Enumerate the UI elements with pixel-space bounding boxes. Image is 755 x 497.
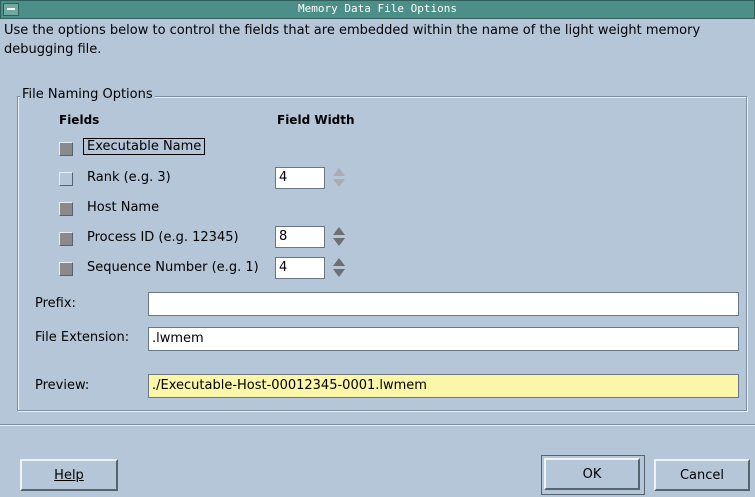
rank-width-stepper[interactable] (332, 167, 345, 189)
cancel-button[interactable]: Cancel (654, 459, 750, 491)
separator (0, 424, 755, 426)
arrow-up-icon[interactable] (333, 258, 345, 266)
host-name-checkbox[interactable] (59, 202, 73, 216)
rank-width-input[interactable]: 4 (275, 167, 325, 189)
group-legend: File Naming Options (20, 87, 155, 102)
rank-checkbox[interactable] (59, 172, 73, 186)
arrow-down-icon[interactable] (333, 269, 345, 277)
field-width-column-header: Field Width (277, 113, 355, 127)
prefix-input[interactable] (148, 292, 739, 316)
sequence-number-width-stepper[interactable] (332, 257, 345, 279)
process-id-label[interactable]: Process ID (e.g. 12345) (87, 230, 239, 245)
process-id-width-stepper[interactable] (332, 226, 345, 248)
file-extension-input[interactable]: .lwmem (148, 327, 739, 351)
ok-button-label: OK (582, 467, 602, 482)
sequence-number-width-input[interactable]: 4 (275, 257, 325, 279)
arrow-down-icon[interactable] (333, 179, 345, 187)
intro-text: Use the options below to control the fie… (4, 23, 701, 57)
sequence-number-label[interactable]: Sequence Number (e.g. 1) (87, 260, 259, 275)
executable-name-label[interactable]: Executable Name (83, 138, 206, 155)
help-button-label: Help (54, 468, 84, 483)
ok-button-face[interactable]: OK (544, 458, 640, 490)
help-button[interactable]: Help (20, 459, 118, 491)
preview-label: Preview: (35, 378, 90, 393)
cancel-button-label: Cancel (679, 468, 725, 483)
arrow-up-icon[interactable] (333, 227, 345, 235)
file-extension-label: File Extension: (35, 330, 130, 345)
host-name-label[interactable]: Host Name (87, 200, 159, 215)
sequence-number-checkbox[interactable] (59, 262, 73, 276)
arrow-down-icon[interactable] (333, 238, 345, 246)
process-id-checkbox[interactable] (59, 232, 73, 246)
arrow-up-icon[interactable] (333, 168, 345, 176)
process-id-width-input[interactable]: 8 (275, 226, 325, 248)
executable-name-checkbox[interactable] (59, 142, 73, 156)
preview-field: ./Executable-Host-00012345-0001.lwmem (148, 374, 739, 398)
title-bar[interactable]: Memory Data File Options (0, 0, 755, 19)
ok-button[interactable]: OK (541, 455, 645, 495)
fields-column-header: Fields (59, 113, 100, 127)
prefix-label: Prefix: (35, 296, 76, 311)
rank-label[interactable]: Rank (e.g. 3) (87, 170, 171, 185)
window-title: Memory Data File Options (298, 2, 457, 15)
